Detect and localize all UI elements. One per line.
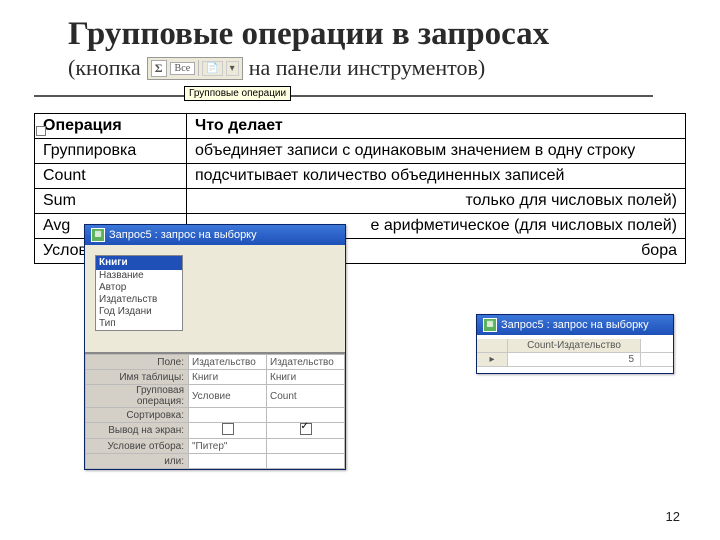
grid-label: Имя таблицы: (86, 370, 189, 385)
list-item[interactable]: Тип (96, 318, 182, 330)
checkbox-icon[interactable] (222, 423, 234, 435)
list-item[interactable]: Издательств (96, 294, 182, 306)
grid-cell[interactable] (267, 423, 345, 439)
result-body: Count-Издательство ▸ 5 (477, 335, 673, 373)
bullet-icon (36, 126, 46, 136)
grid-label: Поле: (86, 355, 189, 370)
desc-cell: подсчитывает количество объединенных зап… (187, 164, 686, 189)
tooltip: Групповые операции (184, 86, 291, 101)
grid-cell[interactable] (189, 454, 267, 469)
grid-label: Сортировка: (86, 408, 189, 423)
grid-label: Вывод на экран: (86, 423, 189, 439)
grid-label: Групповая операция: (86, 385, 189, 408)
grid-cell[interactable]: Условие (189, 385, 267, 408)
subtitle-pre: (кнопка (68, 55, 141, 81)
op-cell: Count (35, 164, 187, 189)
query-designer-window[interactable]: ▦ Запрос5 : запрос на выборку Книги Назв… (84, 224, 346, 470)
grid-cell[interactable]: Издательство (267, 355, 345, 370)
list-item[interactable]: Автор (96, 282, 182, 294)
sigma-icon: Σ (151, 60, 167, 77)
desc-cell: только для числовых полей) (187, 189, 686, 214)
grid-cell[interactable]: Книги (267, 370, 345, 385)
toolbar-btn: ▾ (226, 61, 239, 76)
toolbar-fragment: Σ Все 📄 ▾ (147, 57, 243, 80)
column-head: Count-Издательство (508, 339, 641, 352)
checkbox-icon[interactable] (300, 423, 312, 435)
grid-cell[interactable]: Издательство (189, 355, 267, 370)
titlebar[interactable]: ▦ Запрос5 : запрос на выборку (477, 315, 673, 335)
toolbar-btn: 📄 (202, 61, 222, 76)
grid-cell[interactable] (267, 454, 345, 469)
grid-cell[interactable]: "Питер" (189, 439, 267, 454)
row-marker (477, 339, 508, 352)
subtitle-post: на панели инструментов) (249, 55, 485, 81)
list-item[interactable]: Год Издани (96, 306, 182, 318)
op-cell: Группировка (35, 139, 187, 164)
list-item[interactable]: Название (96, 270, 182, 282)
op-cell: Sum (35, 189, 187, 214)
page-number: 12 (666, 509, 680, 524)
grid-label: или: (86, 454, 189, 469)
sep-icon (198, 60, 199, 76)
grid-cell[interactable]: Count (267, 385, 345, 408)
divider (34, 95, 653, 97)
titlebar[interactable]: ▦ Запрос5 : запрос на выборку (85, 225, 345, 245)
query-icon: ▦ (483, 318, 497, 332)
table-listbox[interactable]: Книги Название Автор Издательств Год Изд… (95, 255, 183, 331)
slide-title: Групповые операции в запросах (68, 16, 686, 53)
subtitle: (кнопка Σ Все 📄 ▾ на панели инструментов… (68, 55, 686, 81)
grid-label: Условие отбора: (86, 439, 189, 454)
grid-cell[interactable] (189, 423, 267, 439)
window-title: Запрос5 : запрос на выборку (501, 319, 649, 331)
row-marker: ▸ (477, 353, 508, 366)
grid-cell[interactable] (267, 439, 345, 454)
query-icon: ▦ (91, 228, 105, 242)
window-title: Запрос5 : запрос на выборку (109, 229, 257, 241)
list-header: Книги (96, 256, 182, 270)
desc-cell: объединяет записи с одинаковым значением… (187, 139, 686, 164)
result-value: 5 (508, 353, 641, 366)
th-op: Операция (35, 114, 187, 139)
query-grid[interactable]: Поле:ИздательствоИздательство Имя таблиц… (85, 352, 345, 469)
grid-cell[interactable] (189, 408, 267, 423)
grid-cell[interactable]: Книги (189, 370, 267, 385)
query-result-window[interactable]: ▦ Запрос5 : запрос на выборку Count-Изда… (476, 314, 674, 374)
th-desc: Что делает (187, 114, 686, 139)
dropdown: Все (170, 62, 196, 75)
